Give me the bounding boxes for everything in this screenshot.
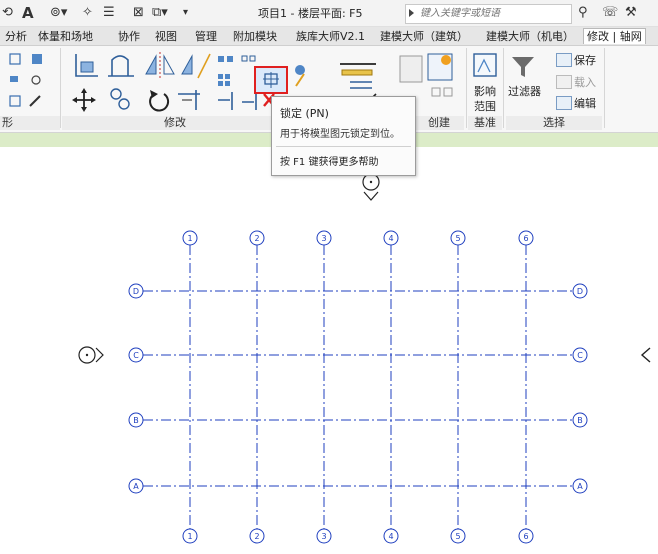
grid-label-2: 2 xyxy=(254,532,259,541)
panel-label-create: 创建 xyxy=(414,116,464,130)
tooltip-divider xyxy=(276,146,411,147)
window-title: 项目1 - 楼层平面: F5 xyxy=(258,7,363,20)
filter-icon[interactable] xyxy=(510,54,536,80)
grid-label-5: 5 xyxy=(455,532,460,541)
close-window-icon[interactable]: ⊠ xyxy=(133,3,144,23)
grid-label-D: D xyxy=(577,287,583,296)
sync-icon[interactable]: ⟲ xyxy=(2,3,13,23)
panel-label-modify: 修改 xyxy=(62,116,288,130)
grid-label-6: 6 xyxy=(523,532,528,541)
tab-addins[interactable]: 附加模块 xyxy=(233,29,277,44)
tab-analyze[interactable]: 分析 xyxy=(5,29,27,44)
scope-box-label-1[interactable]: 影响 xyxy=(474,83,496,99)
tooltip-help: 按 F1 键获得更多帮助 xyxy=(280,157,379,168)
drawing-canvas[interactable]: 1 1 2 2 3 3 4 4 5 5 6 6 D D C C B B A A xyxy=(0,148,658,554)
grid-label-4: 4 xyxy=(388,234,393,243)
text-icon[interactable]: A xyxy=(22,3,34,23)
pin-sparkle-icon[interactable]: ✧ xyxy=(82,3,93,23)
panel-label-form: 形 xyxy=(0,116,60,130)
panel-separator xyxy=(60,48,61,128)
load-selection-icon[interactable] xyxy=(556,75,572,89)
tab-manage[interactable]: 管理 xyxy=(195,29,217,44)
grid-label-B: B xyxy=(577,416,583,425)
grid-label-3: 3 xyxy=(321,532,326,541)
grid-label-B: B xyxy=(133,416,139,425)
save-selection-icon[interactable] xyxy=(556,53,572,67)
panel-label-datum: 基准 xyxy=(468,116,502,130)
edit-selection-label[interactable]: 编辑 xyxy=(574,95,596,111)
tab-family-library[interactable]: 族库大师V2.1 xyxy=(296,29,365,44)
pin-icon xyxy=(263,72,279,88)
elevation-marker-east[interactable] xyxy=(640,347,651,363)
grid-label-1: 1 xyxy=(187,234,192,243)
scope-box-label-2[interactable]: 范围 xyxy=(474,98,496,114)
quick-access-toolbar: ⟲ A ⊚▾ ✧ ☰ ⊠ ⧉▾ ▾ 项目1 - 楼层平面: F5 ⚲ ☏ ⚒ xyxy=(0,0,658,27)
tab-view[interactable]: 视图 xyxy=(155,29,177,44)
tab-modeling-mep[interactable]: 建模大师（机电） xyxy=(486,29,574,44)
grid-label-A: A xyxy=(133,482,139,491)
grid-label-5: 5 xyxy=(455,234,460,243)
communication-icon[interactable]: ☏ xyxy=(602,3,618,23)
tab-modify-grids[interactable]: 修改 | 轴网 xyxy=(583,28,646,44)
search-box[interactable] xyxy=(405,4,572,24)
properties-tools-icons[interactable] xyxy=(8,52,52,112)
list-icon[interactable]: ☰ xyxy=(103,3,115,23)
globe-dropdown-icon[interactable]: ⊚▾ xyxy=(50,3,67,23)
window-switch-icon[interactable]: ⧉▾ xyxy=(152,3,168,23)
ribbon-tabs: 分析 体量和场地 协作 视图 管理 附加模块 族库大师V2.1 建模大师（建筑）… xyxy=(0,27,658,46)
grid-label-4: 4 xyxy=(388,532,393,541)
pin-tool-button[interactable] xyxy=(254,66,288,94)
tab-collaborate[interactable]: 协作 xyxy=(118,29,140,44)
grid-label-1: 1 xyxy=(187,532,192,541)
exchange-icon[interactable]: ⚒ xyxy=(625,3,637,23)
search-input[interactable] xyxy=(420,5,568,21)
panel-separator xyxy=(503,48,504,128)
load-selection-label[interactable]: 载入 xyxy=(574,74,596,90)
tooltip-title: 锁定 (PN) xyxy=(280,107,329,120)
save-selection-label[interactable]: 保存 xyxy=(574,52,596,68)
customize-qat-icon[interactable]: ▾ xyxy=(183,3,188,23)
scope-box-icon[interactable] xyxy=(472,52,498,78)
panel-separator xyxy=(604,48,605,128)
grid-label-C: C xyxy=(577,351,583,360)
elevation-marker-north[interactable] xyxy=(362,173,380,201)
binoculars-icon[interactable]: ⚲ xyxy=(578,3,588,23)
tab-massing[interactable]: 体量和场地 xyxy=(38,29,93,44)
grid-label-6: 6 xyxy=(523,234,528,243)
grid-label-2: 2 xyxy=(254,234,259,243)
search-expand-icon[interactable] xyxy=(409,9,414,17)
pin-tooltip: 锁定 (PN) 用于将模型图元锁定到位。 按 F1 键获得更多帮助 xyxy=(271,96,416,176)
grid-label-D: D xyxy=(133,287,139,296)
filter-button-label[interactable]: 过滤器 xyxy=(508,83,541,99)
grid-label-3: 3 xyxy=(321,234,326,243)
tooltip-description: 用于将模型图元锁定到位。 xyxy=(280,129,400,140)
grid-label-C: C xyxy=(133,351,139,360)
panel-label-selection: 选择 xyxy=(506,116,602,130)
tab-modeling-arch[interactable]: 建模大师（建筑） xyxy=(380,29,468,44)
edit-selection-icon[interactable] xyxy=(556,96,572,110)
grid-layer: 1 1 2 2 3 3 4 4 5 5 6 6 D D C C B B A A xyxy=(128,230,588,544)
panel-separator xyxy=(466,48,467,128)
elevation-marker-west[interactable] xyxy=(78,346,104,364)
grid-label-A: A xyxy=(577,482,583,491)
